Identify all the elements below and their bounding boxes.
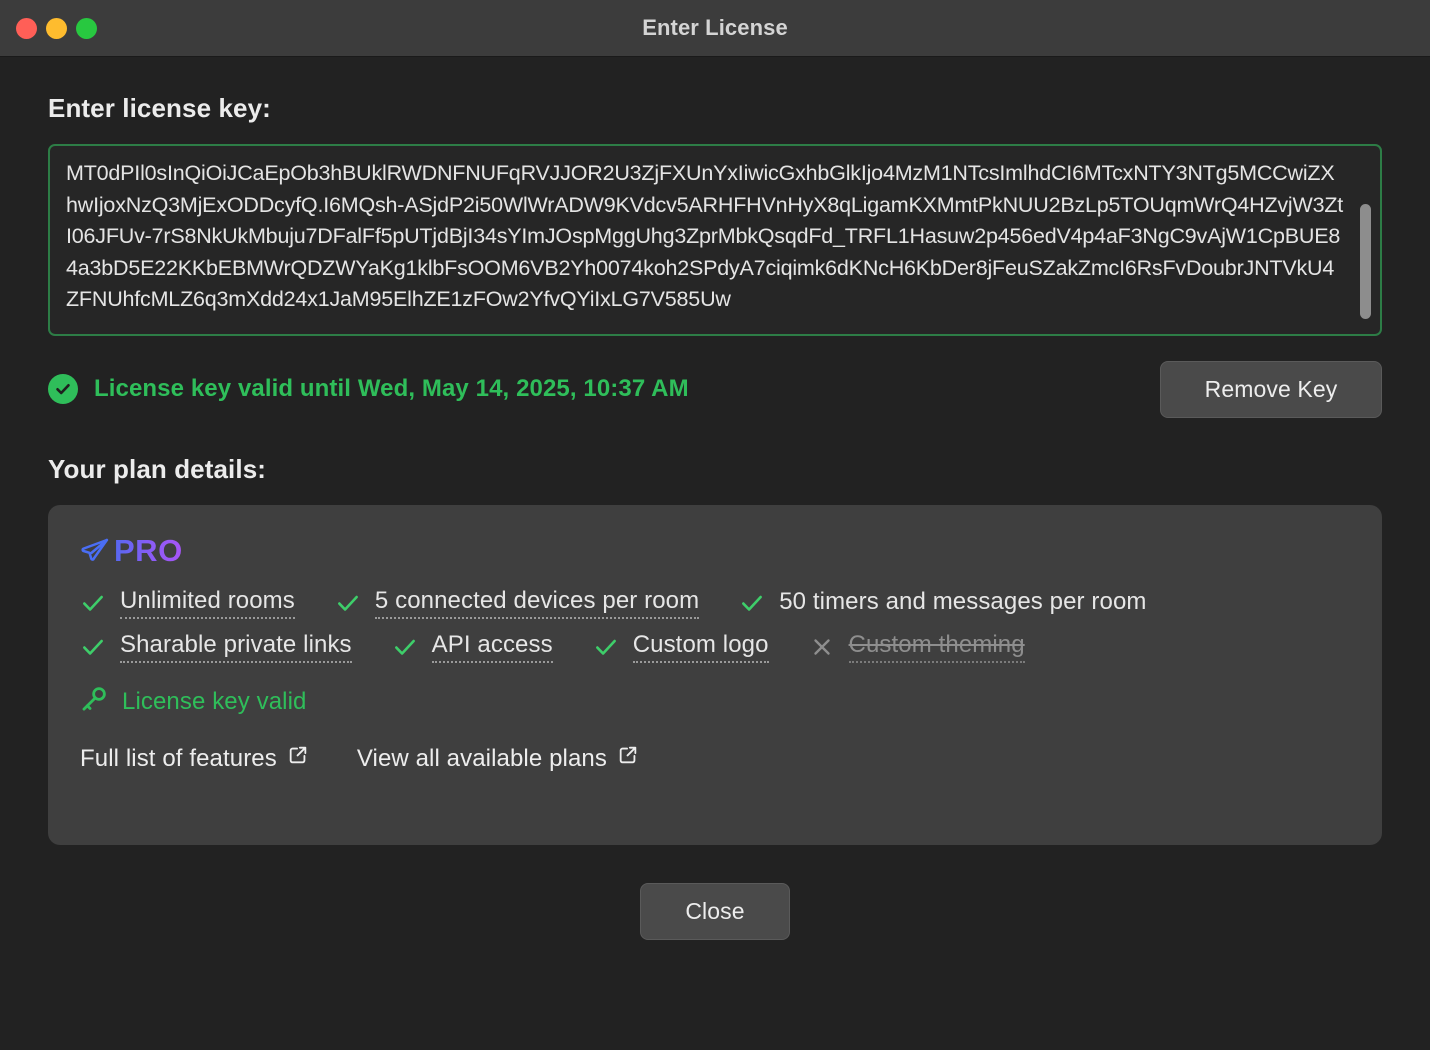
plan-details-heading: Your plan details: [48,454,267,484]
feature-item: Sharable private links [80,631,352,663]
license-key-input[interactable]: MT0dPIl0sInQiOiJCaEpOb3hBUklRWDNFNUFqRVJ… [48,144,1382,336]
key-icon [80,685,108,718]
check-icon [739,590,765,616]
check-icon [80,634,106,660]
window-title: Enter License [642,15,788,40]
feature-item: Unlimited rooms [80,587,295,619]
feature-label: Sharable private links [120,631,352,663]
feature-row: Sharable private links API access Custom… [80,631,1350,663]
feature-label: Unlimited rooms [120,587,295,619]
plan-badge-label: PRO [114,533,183,568]
full-list-of-features-link[interactable]: Full list of features [80,744,309,773]
license-status-text: License key valid until Wed, May 14, 202… [94,375,689,402]
feature-item-disabled: Custom theming [809,631,1025,663]
license-status: License key valid until Wed, May 14, 202… [48,374,1160,404]
feature-label: Custom theming [848,631,1025,663]
check-icon [392,634,418,660]
check-circle-icon [48,374,78,404]
feature-label: 5 connected devices per room [374,587,700,619]
check-icon [593,634,619,660]
paper-plane-icon [80,536,110,566]
check-icon [80,590,106,616]
license-window: Enter License Enter license key: MT0dPIl… [0,0,1430,1050]
plan-details-card: PRO Unlimited rooms 5 connected devices … [48,505,1382,845]
traffic-lights [16,0,97,56]
feature-item: 5 connected devices per room [335,587,700,619]
dialog-footer: Close [48,845,1382,940]
plan-links: Full list of features View all available… [80,744,1350,773]
window-titlebar: Enter License [0,0,1430,57]
cross-icon [809,634,835,660]
check-icon [335,590,361,616]
feature-row: Unlimited rooms 5 connected devices per … [80,587,1350,619]
feature-label: 50 timers and messages per room [779,588,1147,615]
feature-label: API access [431,631,553,663]
external-link-icon [287,744,309,773]
plan-key-status: License key valid [80,685,1350,718]
feature-label: Custom logo [632,631,769,663]
license-key-heading: Enter license key: [48,93,271,123]
plan-key-status-label: License key valid [122,687,307,715]
dialog-content: Enter license key: MT0dPIl0sInQiOiJCaEpO… [0,57,1430,1050]
remove-key-button[interactable]: Remove Key [1160,360,1382,418]
feature-item: API access [392,631,553,663]
feature-item: Custom logo [593,631,769,663]
license-key-scrollbar[interactable] [1360,204,1371,319]
close-window-button[interactable] [16,17,37,39]
license-key-value: MT0dPIl0sInQiOiJCaEpOb3hBUklRWDNFNUFqRVJ… [66,161,1344,311]
license-status-row: License key valid until Wed, May 14, 202… [48,358,1382,420]
full-list-of-features-label: Full list of features [80,744,277,772]
view-all-plans-link[interactable]: View all available plans [357,744,639,773]
plan-badge: PRO [80,533,1350,569]
minimize-window-button[interactable] [46,17,67,39]
feature-item: 50 timers and messages per room [739,588,1146,618]
external-link-icon [617,744,639,773]
view-all-plans-label: View all available plans [356,744,607,772]
close-button[interactable]: Close [640,883,790,940]
maximize-window-button[interactable] [76,17,97,39]
